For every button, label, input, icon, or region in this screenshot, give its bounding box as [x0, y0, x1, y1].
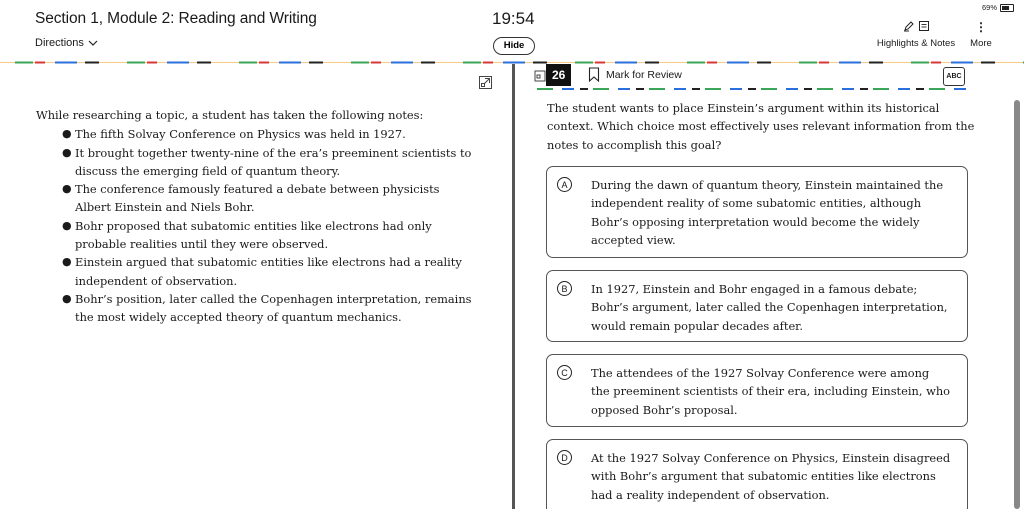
abc-label: ABC: [946, 73, 962, 80]
bullet-icon: ●: [62, 255, 72, 269]
note-text: Bohr’s position, later called the Copenh…: [75, 291, 472, 325]
highlights-notes-button[interactable]: Highlights & Notes: [876, 20, 956, 49]
test-app: Section 1, Module 2: Reading and Writing…: [0, 0, 1024, 509]
header-bar: Section 1, Module 2: Reading and Writing…: [0, 0, 1024, 62]
note-item: ● The fifth Solvay Conference on Physics …: [62, 125, 476, 143]
choice-c[interactable]: C The attendees of the 1927 Solvay Confe…: [546, 354, 968, 427]
directions-toggle[interactable]: Directions: [35, 37, 98, 49]
notes-list: ● The fifth Solvay Conference on Physics …: [36, 125, 476, 326]
choice-letter: A: [557, 177, 572, 192]
hide-timer-button[interactable]: Hide: [493, 37, 535, 55]
choice-letter: B: [557, 281, 572, 296]
expand-icon[interactable]: [479, 76, 492, 89]
note-text: The fifth Solvay Conference on Physics w…: [75, 127, 406, 142]
question-number-box: 26: [534, 64, 572, 86]
choice-text: During the dawn of quantum theory, Einst…: [591, 178, 944, 247]
note-item: ● Einstein argued that subatomic entities…: [62, 253, 476, 290]
note-text: It brought together twenty-nine of the e…: [75, 145, 472, 178]
bullet-icon: ●: [62, 127, 72, 141]
battery-percent: 69%: [981, 3, 997, 12]
mark-for-review-button[interactable]: Mark for Review: [588, 67, 682, 82]
section-title: Section 1, Module 2: Reading and Writing: [35, 10, 317, 27]
more-label: More: [970, 38, 992, 49]
choice-text: The attendees of the 1927 Solvay Confere…: [591, 366, 951, 417]
mark-for-review-label: Mark for Review: [606, 68, 682, 81]
bookmark-icon: [588, 67, 600, 82]
note-item: ● Bohr’s position, later called the Copen…: [62, 290, 476, 327]
note-text: Einstein argued that subatomic entities …: [75, 255, 462, 288]
question-header-divider: [532, 88, 969, 90]
directions-label: Directions: [35, 37, 84, 49]
more-button[interactable]: ⋮ More: [966, 20, 996, 49]
choice-d[interactable]: D At the 1927 Solvay Conference on Physi…: [546, 439, 968, 509]
note-text: Bohr proposed that subatomic entities li…: [75, 218, 432, 252]
bullet-icon: ●: [62, 218, 72, 232]
scrollbar[interactable]: [1014, 100, 1020, 509]
highlights-notes-label: Highlights & Notes: [876, 38, 956, 49]
choice-text: At the 1927 Solvay Conference on Physics…: [591, 451, 951, 502]
note-text: The conference famously featured a debat…: [75, 182, 440, 215]
abc-eliminator-icon[interactable]: ABC: [943, 67, 965, 86]
note-item: ● The conference famously featured a deba…: [62, 180, 476, 217]
notepad-icon: [918, 21, 929, 31]
passage-pane: While researching a topic, a student has…: [0, 64, 512, 509]
question-prompt: The student wants to place Einstein’s ar…: [547, 101, 975, 152]
passage-text: While researching a topic, a student has…: [36, 106, 476, 327]
bullet-icon: ●: [62, 291, 72, 305]
chevron-down-icon: [88, 40, 98, 46]
battery-status: 69%: [982, 3, 1014, 12]
choice-b[interactable]: B In 1927, Einstein and Bohr engaged in …: [546, 270, 968, 342]
passage-intro: While researching a topic, a student has…: [36, 108, 424, 122]
note-item: ● Bohr proposed that subatomic entities l…: [62, 217, 476, 254]
note-item: ● It brought together twenty-nine of the …: [62, 144, 476, 181]
bullet-icon: ●: [62, 182, 72, 196]
choice-a[interactable]: A During the dawn of quantum theory, Ein…: [546, 166, 968, 258]
choice-letter: C: [557, 365, 572, 380]
more-vertical-icon: ⋮: [975, 20, 987, 34]
timer: 19:54: [492, 9, 535, 28]
battery-icon: [1000, 3, 1014, 12]
choice-letter: D: [557, 450, 572, 465]
choice-text: In 1927, Einstein and Bohr engaged in a …: [591, 282, 948, 333]
question-number: 26: [546, 64, 572, 86]
pen-icon: [903, 21, 914, 32]
question-pane: 26 Mark for Review ABC The student wants…: [515, 64, 1024, 509]
bullet-icon: ●: [62, 145, 72, 159]
